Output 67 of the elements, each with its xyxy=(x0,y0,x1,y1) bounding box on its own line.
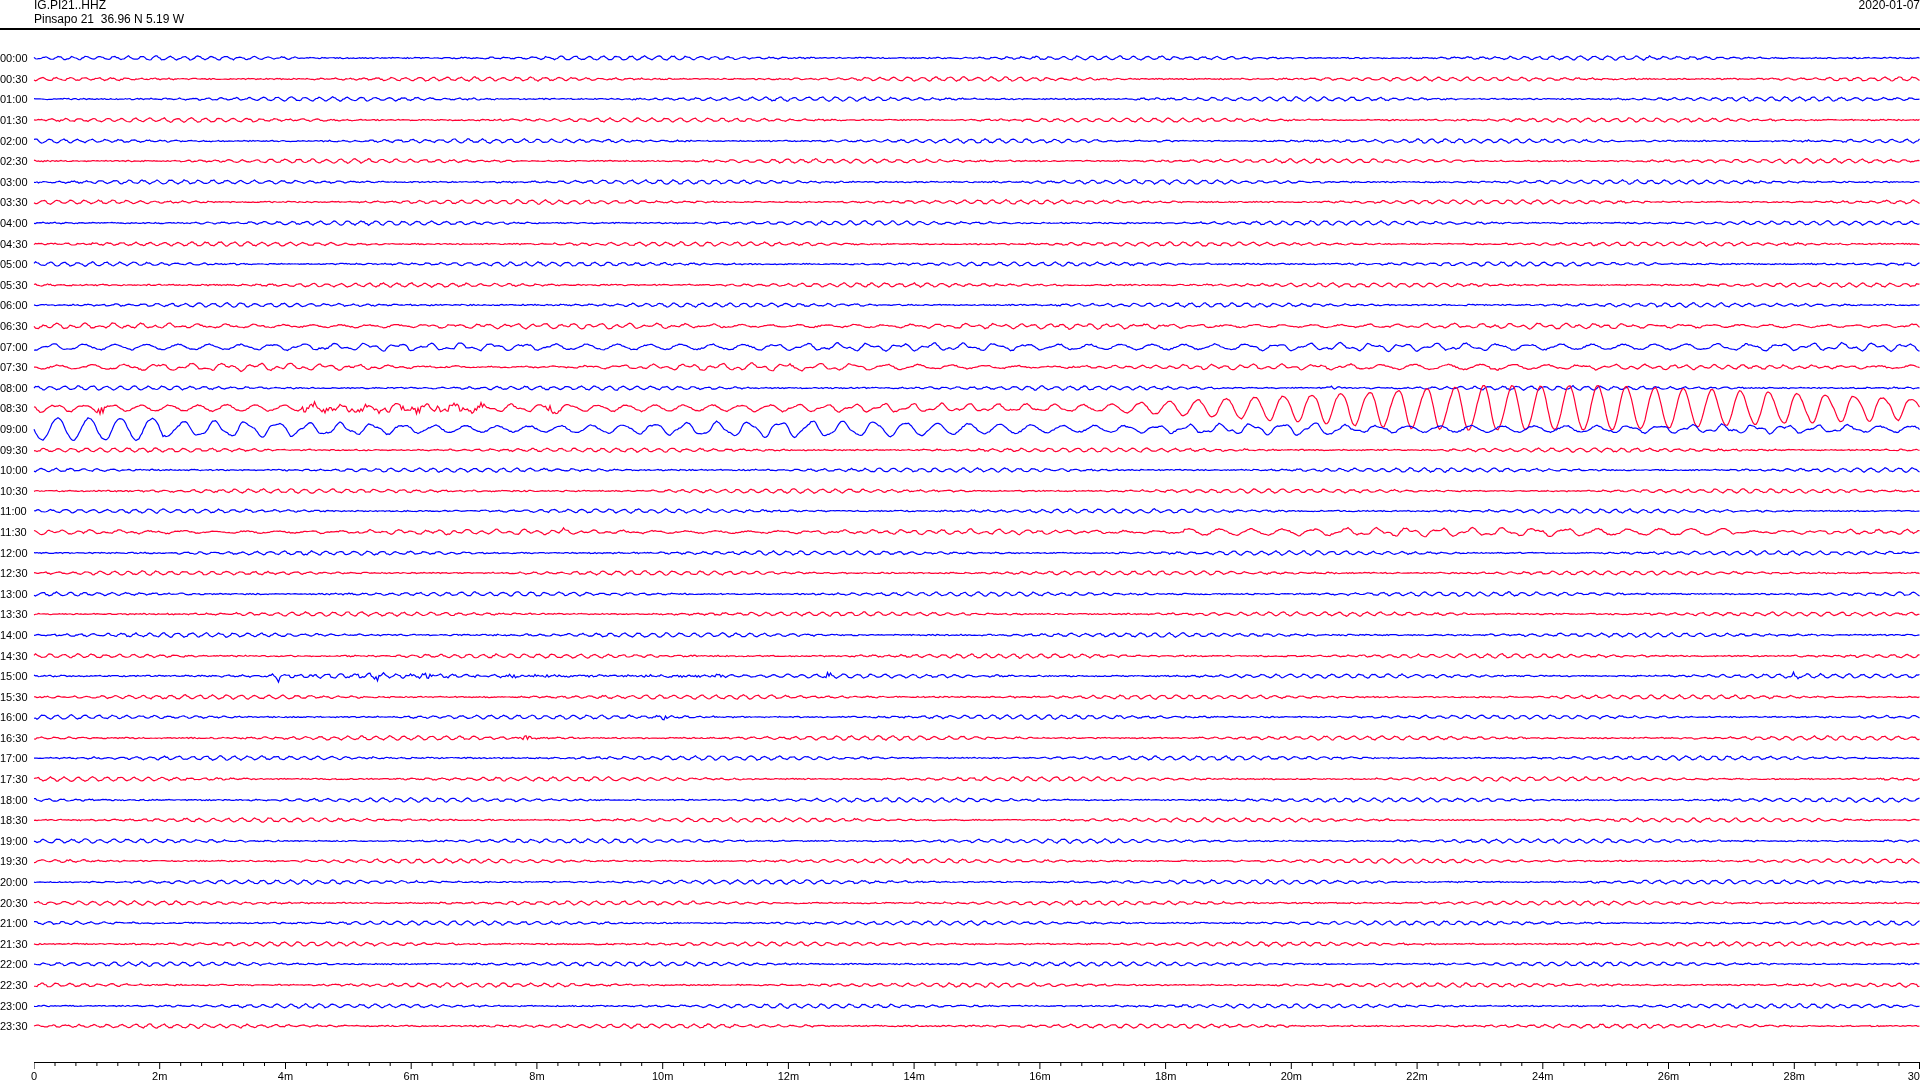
time-label: 21:00 xyxy=(0,917,29,930)
time-label: 15:00 xyxy=(0,670,29,683)
time-label: 14:30 xyxy=(0,649,29,662)
tick-label: 4m xyxy=(277,1069,294,1080)
tick-label: 20m xyxy=(1280,1069,1303,1080)
time-label: 12:00 xyxy=(0,546,29,559)
time-label: 05:00 xyxy=(0,258,29,271)
tick-label: 6m xyxy=(403,1069,419,1080)
station-location: Pinsapo 21 36.96 N 5.19 W xyxy=(34,12,185,26)
time-label: 03:00 xyxy=(0,175,29,188)
tick-label: 16m xyxy=(1029,1069,1051,1080)
tick-label: 12m xyxy=(777,1069,800,1080)
time-label: 10:30 xyxy=(0,484,29,497)
time-label: 08:30 xyxy=(0,402,29,415)
time-label: 00:30 xyxy=(0,72,29,85)
tick-label: 28m xyxy=(1783,1069,1805,1080)
time-label: 20:00 xyxy=(0,876,29,889)
tick-label: 10m xyxy=(651,1069,674,1080)
time-label: 14:00 xyxy=(0,628,29,641)
time-label: 08:00 xyxy=(0,381,29,394)
tick-label: 22m xyxy=(1406,1069,1428,1080)
time-label: 16:30 xyxy=(0,731,29,744)
time-label: 21:30 xyxy=(0,937,29,950)
time-label: 11:30 xyxy=(0,525,28,538)
time-label: 05:30 xyxy=(0,278,29,291)
time-label: 10:00 xyxy=(0,464,29,477)
time-label: 12:30 xyxy=(0,567,29,580)
time-label: 23:30 xyxy=(0,1020,29,1033)
time-label: 09:30 xyxy=(0,443,29,456)
time-label: 02:30 xyxy=(0,155,29,168)
tick-label: 26m xyxy=(1657,1069,1680,1080)
tick-label: 30 xyxy=(1907,1069,1920,1080)
time-label: 07:00 xyxy=(0,340,29,353)
time-label: 11:00 xyxy=(0,505,28,518)
time-label: 04:30 xyxy=(0,237,29,250)
time-label: 20:30 xyxy=(0,896,29,909)
time-label: 13:00 xyxy=(0,587,29,600)
time-label: 13:30 xyxy=(0,608,29,621)
tick-label: 2m xyxy=(152,1069,168,1080)
time-label: 22:30 xyxy=(0,979,29,991)
time-label: 01:00 xyxy=(0,93,29,106)
time-label: 18:00 xyxy=(0,793,29,806)
time-label: 16:00 xyxy=(0,711,29,724)
time-label: 06:30 xyxy=(0,320,29,332)
tick-label: 18m xyxy=(1154,1069,1177,1080)
time-label: 17:00 xyxy=(0,752,29,765)
time-label: 03:30 xyxy=(0,196,29,209)
time-label: 18:30 xyxy=(0,814,29,827)
tick-label: 14m xyxy=(903,1069,925,1080)
time-label: 01:30 xyxy=(0,114,29,127)
time-label: 22:00 xyxy=(0,958,29,971)
time-label: 07:30 xyxy=(0,361,29,374)
tick-label: 24m xyxy=(1532,1069,1554,1080)
time-label: 02:00 xyxy=(0,134,29,147)
time-label: 15:30 xyxy=(0,690,29,703)
tick-label: 8m xyxy=(529,1069,545,1080)
time-label: 19:30 xyxy=(0,855,29,868)
time-label: 17:30 xyxy=(0,773,29,786)
time-label: 23:00 xyxy=(0,999,29,1012)
station-code: IG.PI21..HHZ xyxy=(34,0,108,12)
time-label: 19:00 xyxy=(0,834,29,847)
time-label: 00:00 xyxy=(0,52,29,65)
time-label: 06:00 xyxy=(0,299,29,312)
date-label: 2020-01-07 xyxy=(1858,0,1920,14)
time-label: 09:00 xyxy=(0,423,29,435)
time-label: 04:00 xyxy=(0,217,29,230)
tick-label: 0 xyxy=(31,1069,38,1080)
